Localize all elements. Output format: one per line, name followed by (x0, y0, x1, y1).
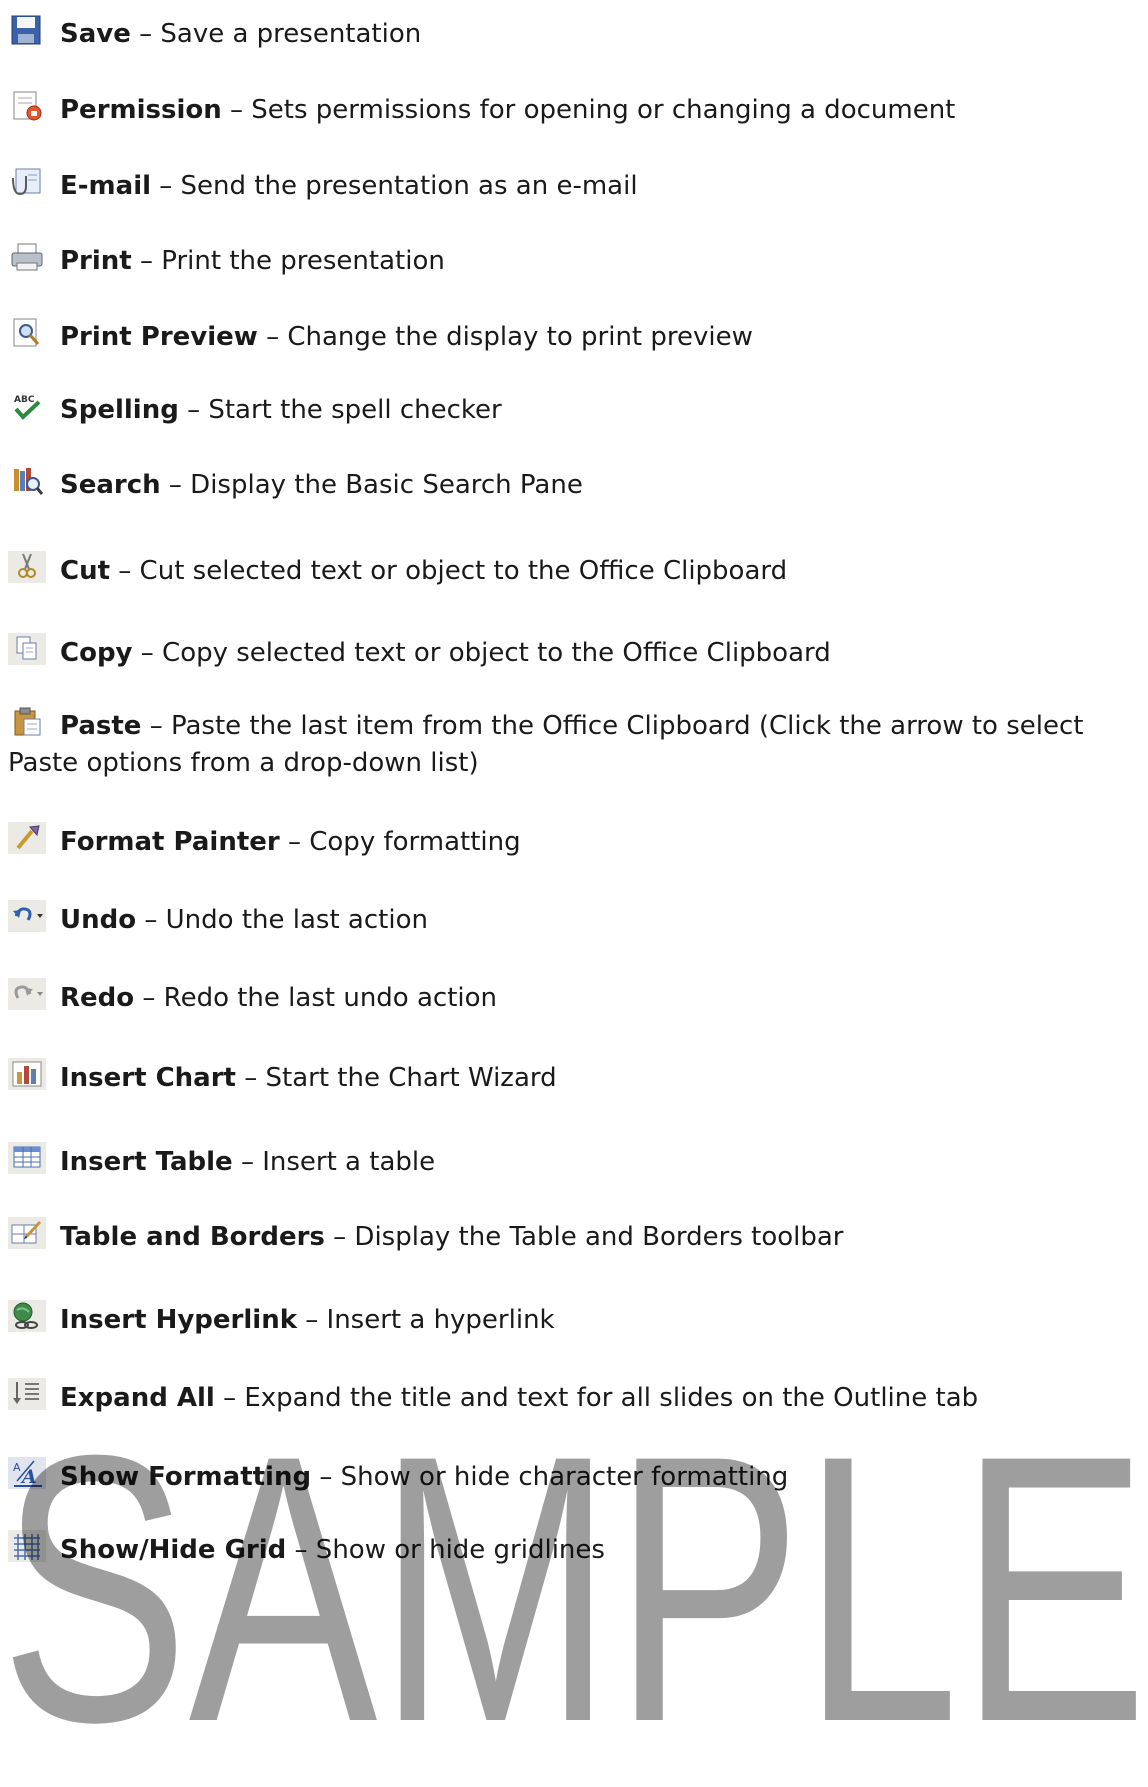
entry-term: Spelling (60, 395, 179, 425)
entry-description: – Show or hide character formatting (311, 1462, 789, 1492)
entry-email: E-mail – Send the presentation as an e-m… (8, 166, 1138, 205)
entry-term: Show Formatting (60, 1462, 312, 1492)
document-page: Save – Save a presentation Permission – … (0, 0, 1148, 1787)
svg-text:A: A (13, 1461, 21, 1474)
insert-chart-icon (8, 1058, 46, 1090)
entry-format-painter: Format Painter – Copy formatting (8, 822, 1138, 861)
spelling-icon: ABC (8, 390, 46, 422)
table-borders-icon (8, 1217, 46, 1249)
paste-icon (8, 706, 46, 738)
entry-table-and-borders: Table and Borders – Display the Table an… (8, 1217, 1138, 1256)
expand-all-icon (8, 1378, 46, 1410)
entry-insert-chart: Insert Chart – Start the Chart Wizard (8, 1058, 1138, 1097)
entry-copy: Copy – Copy selected text or object to t… (8, 633, 1138, 672)
entry-description: – Change the display to print preview (257, 322, 753, 352)
entry-permission: Permission – Sets permissions for openin… (8, 90, 1138, 129)
search-icon (8, 465, 46, 497)
entry-insert-table: Insert Table – Insert a table (8, 1142, 1138, 1181)
entry-show-formatting: AA Show Formatting – Show or hide charac… (8, 1457, 1138, 1496)
redo-icon (8, 978, 46, 1010)
svg-text:A: A (20, 1466, 37, 1488)
save-icon (8, 14, 46, 46)
grid-icon (8, 1530, 46, 1562)
entry-undo: Undo – Undo the last action (8, 900, 1138, 939)
entry-redo: Redo – Redo the last undo action (8, 978, 1138, 1017)
entry-description: – Sets permissions for opening or changi… (221, 95, 956, 125)
entry-term: Save (60, 19, 131, 49)
entry-description: – Save a presentation (130, 19, 422, 49)
entry-term: Cut (60, 556, 111, 586)
entry-description: – Copy selected text or object to the Of… (132, 638, 831, 668)
entry-spelling: ABC Spelling – Start the spell checker (8, 390, 1138, 429)
svg-text:ABC: ABC (14, 395, 35, 405)
entry-description: – Insert a table (232, 1147, 436, 1177)
entry-term: Insert Chart (60, 1063, 236, 1093)
entry-show-hide-grid: Show/Hide Grid – Show or hide gridlines (8, 1530, 1138, 1569)
entry-expand-all: Expand All – Expand the title and text f… (8, 1378, 1138, 1417)
entry-term: Print (60, 246, 132, 276)
entry-term: Print Preview (60, 322, 258, 352)
entry-term: Permission (60, 95, 222, 125)
entry-term: Insert Hyperlink (60, 1305, 297, 1335)
print-preview-icon (8, 317, 46, 349)
entry-print-preview: Print Preview – Change the display to pr… (8, 317, 1138, 356)
email-icon (8, 166, 46, 198)
entry-term: Search (60, 470, 161, 500)
entry-description: – Print the presentation (131, 246, 445, 276)
entry-search: Search – Display the Basic Search Pane (8, 465, 1138, 504)
copy-icon (8, 633, 46, 665)
entry-cut: Cut – Cut selected text or object to the… (8, 551, 1138, 590)
cut-icon (8, 551, 46, 583)
entry-description: – Cut selected text or object to the Off… (110, 556, 788, 586)
entry-description: – Show or hide gridlines (286, 1535, 605, 1565)
format-painter-icon (8, 822, 46, 854)
entry-term: Format Painter (60, 827, 280, 857)
print-icon (8, 241, 46, 273)
entry-term: Insert Table (60, 1147, 233, 1177)
entry-term: Redo (60, 983, 135, 1013)
entry-description: – Expand the title and text for all slid… (214, 1383, 979, 1413)
entry-print: Print – Print the presentation (8, 241, 1138, 280)
entry-term: E-mail (60, 171, 152, 201)
entry-description: – Redo the last undo action (134, 983, 497, 1013)
entry-description: – Display the Table and Borders toolbar (324, 1222, 844, 1252)
entry-term: Undo (60, 905, 137, 935)
entry-insert-hyperlink: Insert Hyperlink – Insert a hyperlink (8, 1300, 1138, 1339)
insert-table-icon (8, 1142, 46, 1174)
entry-description: – Paste the last item from the Office Cl… (8, 711, 1084, 778)
entry-term: Show/Hide Grid (60, 1535, 287, 1565)
entry-paste: Paste – Paste the last item from the Off… (8, 706, 1138, 782)
entry-description: – Send the presentation as an e-mail (151, 171, 638, 201)
entry-term: Expand All (60, 1383, 215, 1413)
entry-description: – Copy formatting (279, 827, 521, 857)
entry-description: – Insert a hyperlink (297, 1305, 555, 1335)
undo-icon (8, 900, 46, 932)
entry-term: Paste (60, 711, 142, 741)
entry-description: – Start the spell checker (178, 395, 502, 425)
entry-description: – Start the Chart Wizard (235, 1063, 557, 1093)
entry-description: – Undo the last action (136, 905, 428, 935)
show-formatting-icon: AA (8, 1457, 46, 1489)
entry-description: – Display the Basic Search Pane (160, 470, 583, 500)
permission-icon (8, 90, 46, 122)
entry-term: Copy (60, 638, 133, 668)
hyperlink-icon (8, 1300, 46, 1332)
entry-term: Table and Borders (60, 1222, 325, 1252)
entry-save: Save – Save a presentation (8, 14, 1138, 53)
